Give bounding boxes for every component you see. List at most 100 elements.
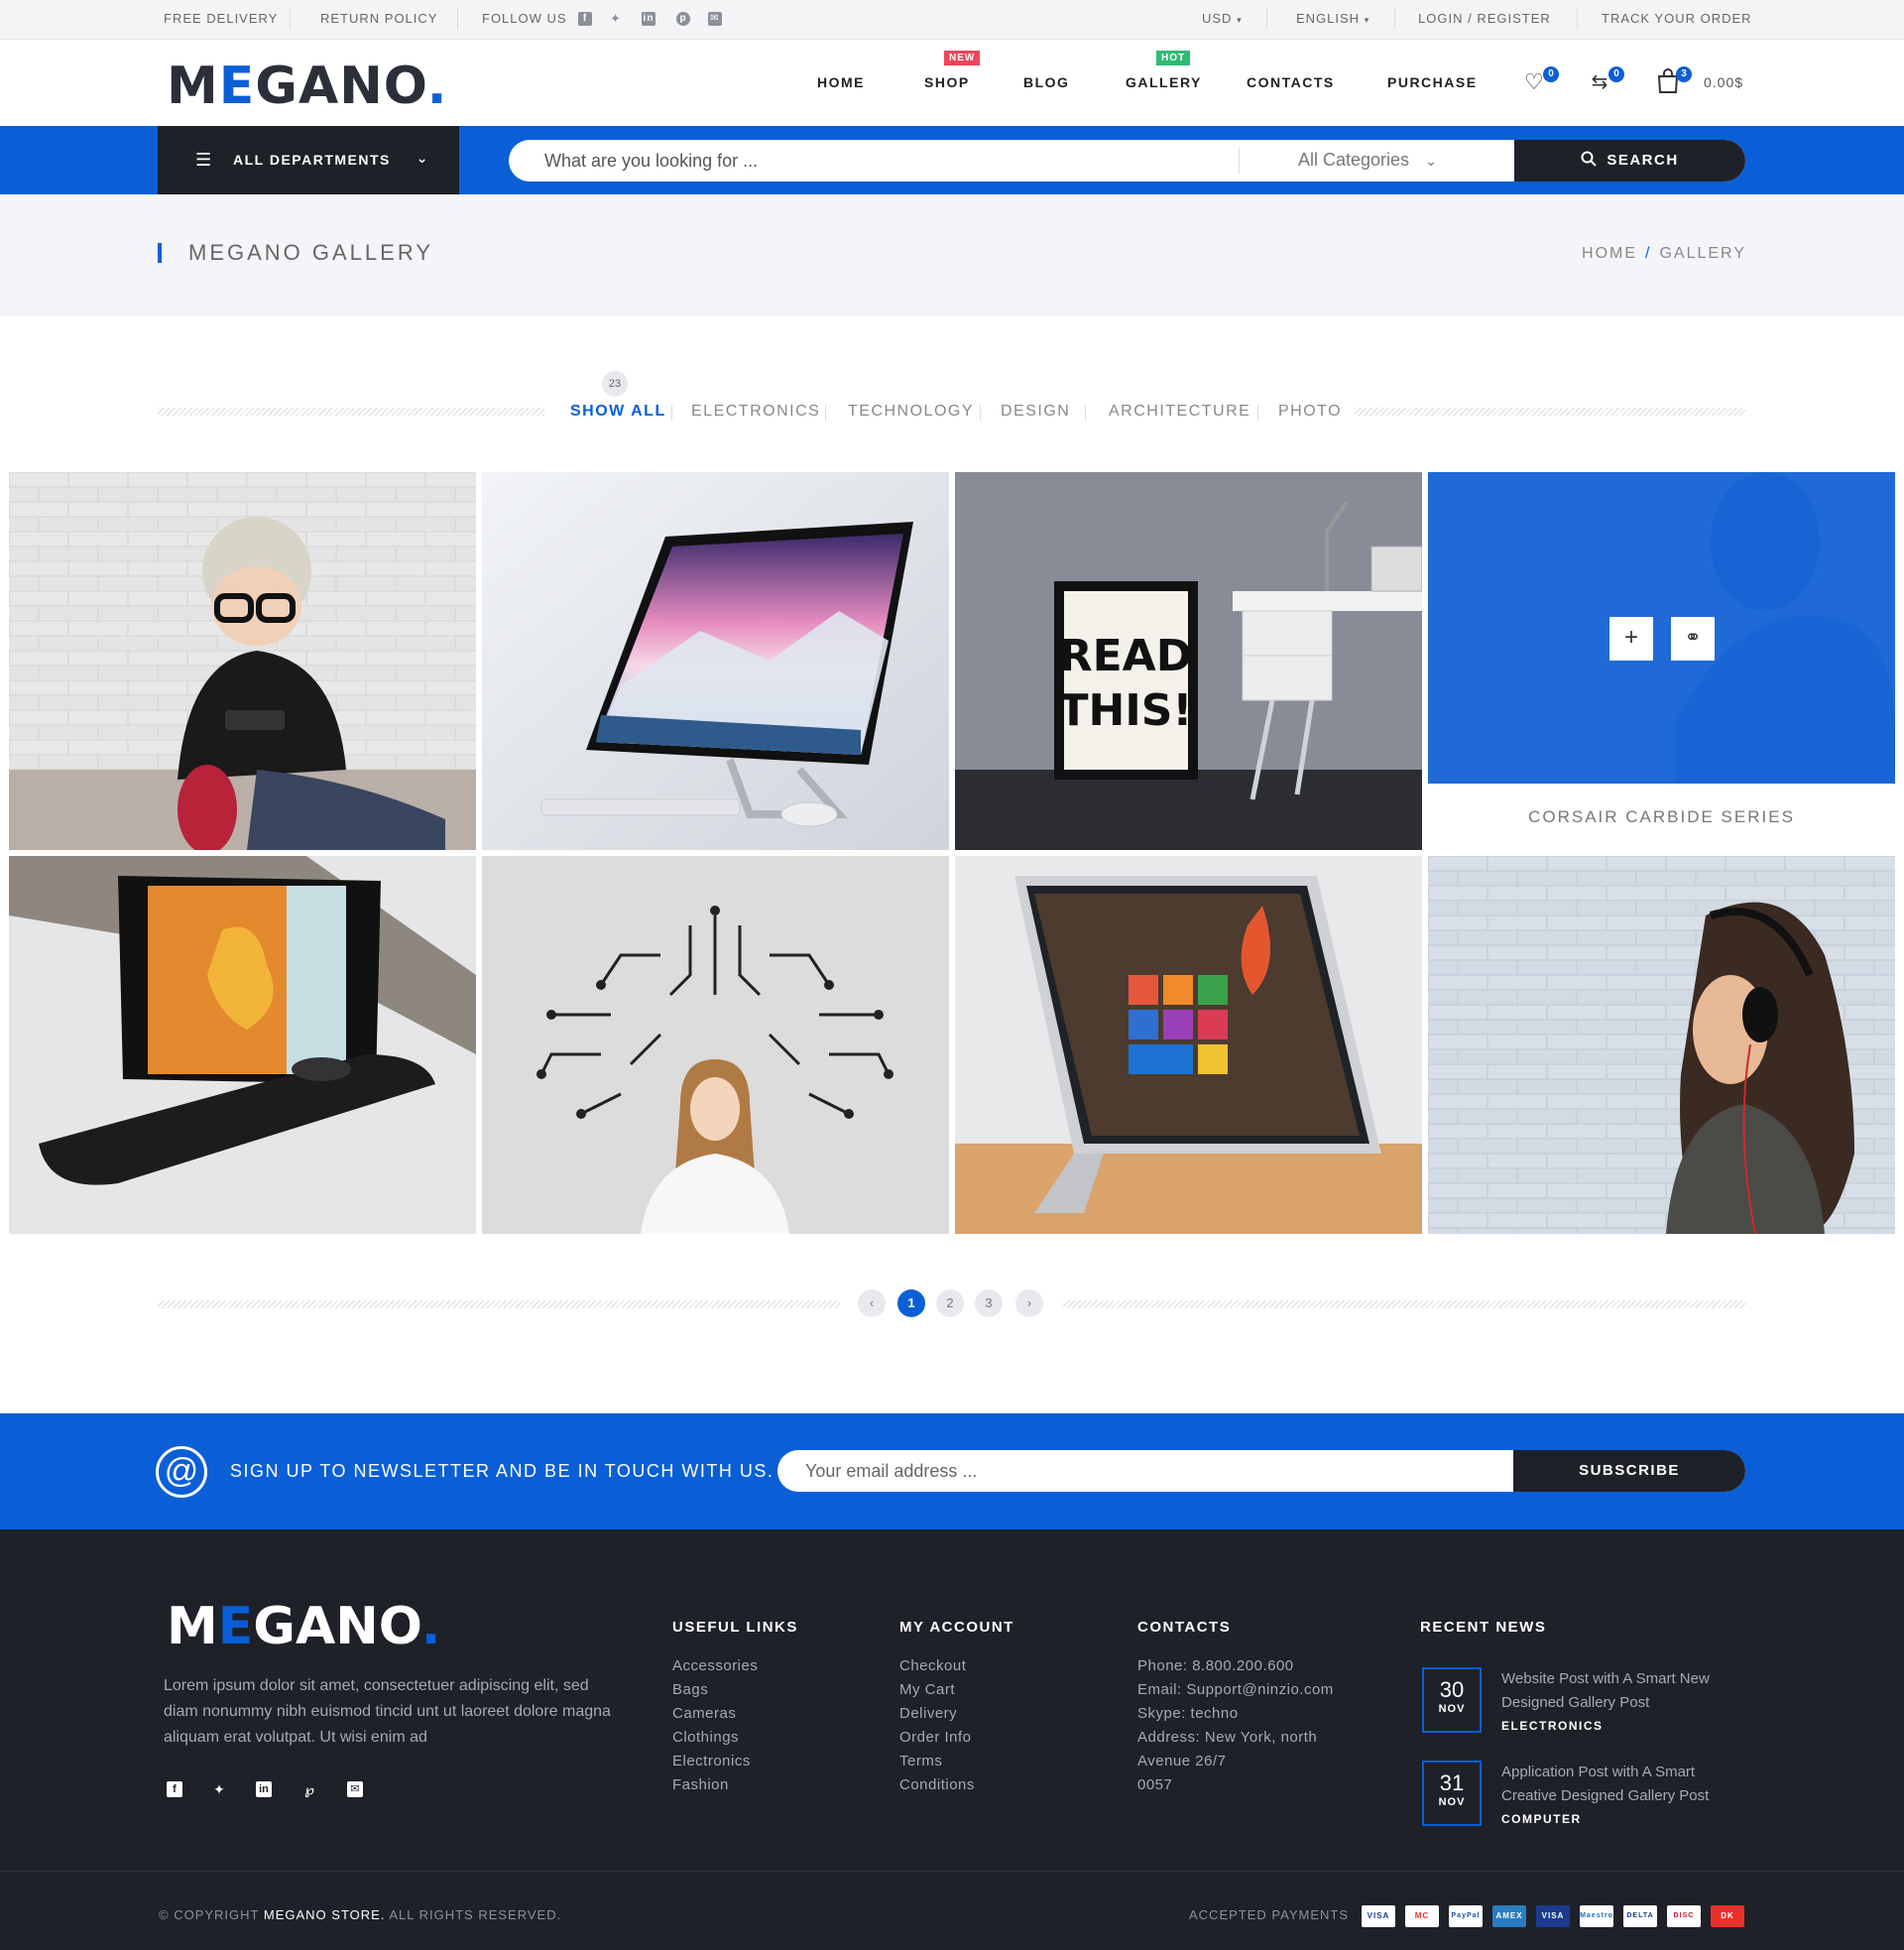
footer-logo[interactable]: MEGANO. — [167, 1597, 441, 1656]
prev-page-button[interactable]: ‹ — [858, 1289, 886, 1317]
news-title[interactable]: Application Post with A Smart Creative D… — [1501, 1761, 1749, 1808]
page-2[interactable]: 2 — [936, 1289, 964, 1317]
news-item[interactable]: 31 NOV Application Post with A Smart Crea… — [1422, 1761, 1739, 1830]
language-selector[interactable]: ENGLISH ▾ — [1296, 0, 1369, 40]
visa-icon: VISA — [1362, 1905, 1395, 1927]
gallery-filters: 23 SHOW ALL ELECTRONICS TECHNOLOGY DESIG… — [0, 367, 1904, 427]
rights-text: ALL RIGHTS RESERVED. — [389, 1907, 562, 1922]
footer-link-order-info[interactable]: Order Info — [899, 1729, 972, 1746]
logo-text: GANO — [255, 57, 427, 116]
divider — [1266, 8, 1267, 30]
nav-blog[interactable]: BLOG — [1023, 74, 1069, 90]
footer-link-electronics[interactable]: Electronics — [672, 1753, 751, 1769]
footer-link-cameras[interactable]: Cameras — [672, 1705, 736, 1722]
search-input[interactable] — [544, 140, 1229, 182]
gallery-image — [482, 472, 949, 850]
news-title[interactable]: Website Post with A Smart New Designed G… — [1501, 1667, 1749, 1715]
compare-count: 0 — [1608, 66, 1624, 82]
divider — [1257, 405, 1258, 421]
footer-link-conditions[interactable]: Conditions — [899, 1776, 975, 1793]
wishlist-count: 0 — [1543, 66, 1559, 82]
cart-total: 0.00$ — [1704, 74, 1744, 90]
gallery-item[interactable] — [9, 856, 476, 1234]
page-3[interactable]: 3 — [975, 1289, 1003, 1317]
all-departments-button[interactable]: ☰ ALL DEPARTMENTS ⌄ — [158, 126, 459, 194]
news-category: COMPUTER — [1501, 1812, 1582, 1826]
gallery-item[interactable] — [9, 472, 476, 850]
store-link[interactable]: MEGANO STORE. — [264, 1907, 386, 1922]
filter-show-all[interactable]: SHOW ALL — [570, 403, 666, 421]
nav-purchase[interactable]: PURCHASE — [1387, 74, 1478, 90]
filter-photo[interactable]: PHOTO — [1278, 403, 1342, 421]
link-icon[interactable]: ⚭ — [1671, 617, 1715, 661]
category-select[interactable]: All Categories ⌄ — [1298, 150, 1437, 171]
nav-gallery[interactable]: GALLERY — [1126, 74, 1202, 90]
pinterest-icon[interactable]: p — [676, 12, 690, 26]
recent-news-heading: RECENT NEWS — [1420, 1619, 1547, 1636]
track-order-link[interactable]: TRACK YOUR ORDER — [1602, 0, 1752, 40]
gallery-item[interactable] — [955, 856, 1422, 1234]
footer-link-terms[interactable]: Terms — [899, 1753, 942, 1769]
linkedin-icon[interactable]: in — [256, 1781, 272, 1797]
amex-icon: AMEX — [1492, 1905, 1526, 1927]
search-button[interactable]: SEARCH — [1514, 140, 1745, 182]
next-page-button[interactable]: › — [1015, 1289, 1043, 1317]
breadcrumb-home[interactable]: HOME — [1582, 245, 1637, 262]
nav-home[interactable]: HOME — [817, 74, 865, 90]
footer-link-fashion[interactable]: Fashion — [672, 1776, 729, 1793]
mail-icon[interactable]: ✉ — [347, 1781, 363, 1797]
free-delivery-link[interactable]: FREE DELIVERY — [164, 0, 278, 40]
facebook-icon[interactable]: f — [167, 1781, 182, 1797]
pinterest-icon[interactable]: ℘ — [301, 1781, 317, 1797]
gallery-item[interactable]: READ THIS! — [955, 472, 1422, 850]
linkedin-icon[interactable]: in — [642, 12, 655, 26]
logo-text: E — [217, 1597, 254, 1656]
footer-link-my-cart[interactable]: My Cart — [899, 1681, 955, 1698]
gallery-image — [955, 856, 1422, 1234]
twitter-icon[interactable]: ✦ — [211, 1781, 227, 1797]
footer-about-text: Lorem ipsum dolor sit amet, consectetuer… — [164, 1677, 611, 1746]
news-day: 31 — [1439, 1770, 1465, 1795]
return-policy-link[interactable]: RETURN POLICY — [320, 0, 437, 40]
contact-email: Email: Support@ninzio.com — [1137, 1681, 1334, 1698]
gallery-item[interactable] — [1428, 856, 1895, 1234]
currency-selector[interactable]: USD ▾ — [1202, 0, 1243, 40]
filter-electronics[interactable]: ELECTRONICS — [691, 403, 820, 421]
filter-architecture[interactable]: ARCHITECTURE — [1109, 403, 1250, 421]
page-1[interactable]: 1 — [897, 1289, 925, 1317]
login-link[interactable]: LOGIN — [1418, 11, 1463, 26]
gallery-item[interactable] — [482, 856, 949, 1234]
my-account-list: Checkout My Cart Delivery Order Info Ter… — [899, 1654, 975, 1797]
subscribe-button[interactable]: SUBSCRIBE — [1513, 1450, 1745, 1492]
footer-link-delivery[interactable]: Delivery — [899, 1705, 957, 1722]
gallery-item-hovered[interactable]: + ⚭ CORSAIR CARBIDE SERIES — [1428, 472, 1895, 850]
twitter-icon[interactable]: ✦ — [609, 12, 623, 26]
discover-icon: DISC — [1667, 1905, 1701, 1927]
footer-link-checkout[interactable]: Checkout — [899, 1657, 966, 1674]
chevron-down-icon: ⌄ — [1425, 153, 1437, 169]
facebook-icon[interactable]: f — [578, 12, 592, 26]
divider — [671, 405, 672, 421]
footer-link-accessories[interactable]: Accessories — [672, 1657, 758, 1674]
email-input[interactable] — [805, 1450, 1499, 1492]
footer-link-bags[interactable]: Bags — [672, 1681, 708, 1698]
follow-us-label: FOLLOW US — [482, 11, 567, 26]
gallery-item[interactable] — [482, 472, 949, 850]
news-item[interactable]: 30 NOV Website Post with A Smart New Desi… — [1422, 1667, 1739, 1737]
new-badge: NEW — [944, 51, 981, 65]
filter-design[interactable]: DESIGN — [1001, 403, 1070, 421]
visa-electron-icon: VISA — [1536, 1905, 1570, 1927]
contact-address: Address: New York, north — [1137, 1729, 1318, 1746]
mail-icon[interactable]: ✉ — [708, 12, 722, 26]
nav-contacts[interactable]: CONTACTS — [1247, 74, 1335, 90]
nav-shop[interactable]: SHOP — [924, 74, 970, 90]
zoom-plus-icon[interactable]: + — [1609, 617, 1653, 661]
site-logo[interactable]: MEGANO. — [167, 57, 448, 116]
copyright-prefix: © COPYRIGHT — [159, 1907, 260, 1922]
gallery-item-caption: CORSAIR CARBIDE SERIES — [1428, 784, 1895, 850]
filter-technology[interactable]: TECHNOLOGY — [848, 403, 974, 421]
logo-text: M — [167, 57, 219, 116]
register-link[interactable]: REGISTER — [1477, 11, 1550, 26]
footer-link-clothings[interactable]: Clothings — [672, 1729, 739, 1746]
filter-count-badge: 23 — [602, 371, 628, 397]
